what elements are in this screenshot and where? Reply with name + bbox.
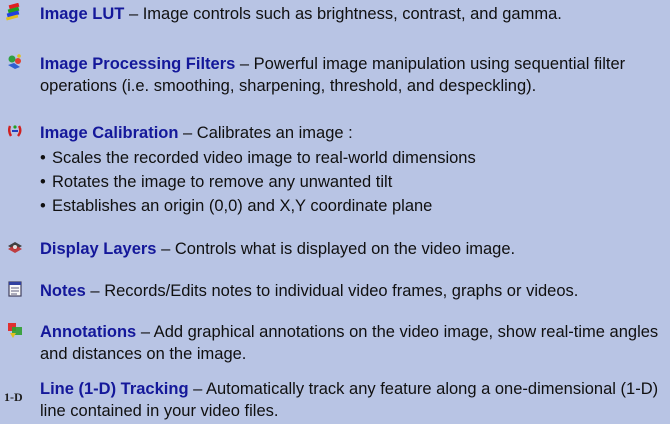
feature-text: Annotations – Add graphical annotations …	[40, 321, 662, 365]
feature-text: Image LUT – Image controls such as brigh…	[40, 3, 662, 25]
filters-icon	[8, 54, 21, 69]
layers-icon	[8, 242, 22, 253]
feature-description: – Controls what is displayed on the vide…	[156, 240, 516, 258]
bullet-item: Rotates the image to remove any unwanted…	[40, 170, 662, 194]
feature-annotations: Annotations – Add graphical annotations …	[0, 314, 670, 370]
feature-image-lut: Image LUT – Image controls such as brigh…	[0, 0, 670, 30]
feature-text: Image Calibration – Calibrates an image …	[40, 122, 662, 218]
notes-icon	[8, 281, 22, 297]
feature-line-tracking: 1-D Line (1-D) Tracking – Automatically …	[0, 372, 670, 424]
feature-text: Image Processing Filters – Powerful imag…	[40, 53, 662, 97]
calibration-icon	[8, 125, 22, 137]
feature-image-calibration: Image Calibration – Calibrates an image …	[0, 118, 670, 222]
bullet-item: Establishes an origin (0,0) and X,Y coor…	[40, 194, 662, 218]
line-tracking-icon: 1-D	[4, 390, 23, 404]
feature-text: Display Layers – Controls what is displa…	[40, 238, 662, 260]
feature-title: Image LUT	[40, 5, 125, 23]
feature-description: – Image controls such as brightness, con…	[124, 5, 562, 23]
feature-text: Notes – Records/Edits notes to individua…	[40, 280, 662, 302]
feature-notes: Notes – Records/Edits notes to individua…	[0, 274, 670, 304]
feature-description: – Calibrates an image :	[178, 124, 353, 142]
feature-text: Line (1-D) Tracking – Automatically trac…	[40, 378, 662, 422]
feature-title: Display Layers	[40, 240, 157, 258]
annotations-icon	[8, 323, 22, 338]
feature-title: Line (1-D) Tracking	[40, 380, 189, 398]
feature-title: Image Calibration	[40, 124, 179, 142]
feature-image-processing-filters: Image Processing Filters – Powerful imag…	[0, 46, 670, 102]
feature-title: Notes	[40, 282, 86, 300]
feature-title: Annotations	[40, 323, 137, 341]
feature-title: Image Processing Filters	[40, 55, 236, 73]
bullet-list: Scales the recorded video image to real-…	[40, 146, 662, 218]
image-lut-icon	[6, 3, 20, 21]
feature-description: – Records/Edits notes to individual vide…	[85, 282, 579, 300]
bullet-item: Scales the recorded video image to real-…	[40, 146, 662, 170]
feature-display-layers: Display Layers – Controls what is displa…	[0, 232, 670, 262]
